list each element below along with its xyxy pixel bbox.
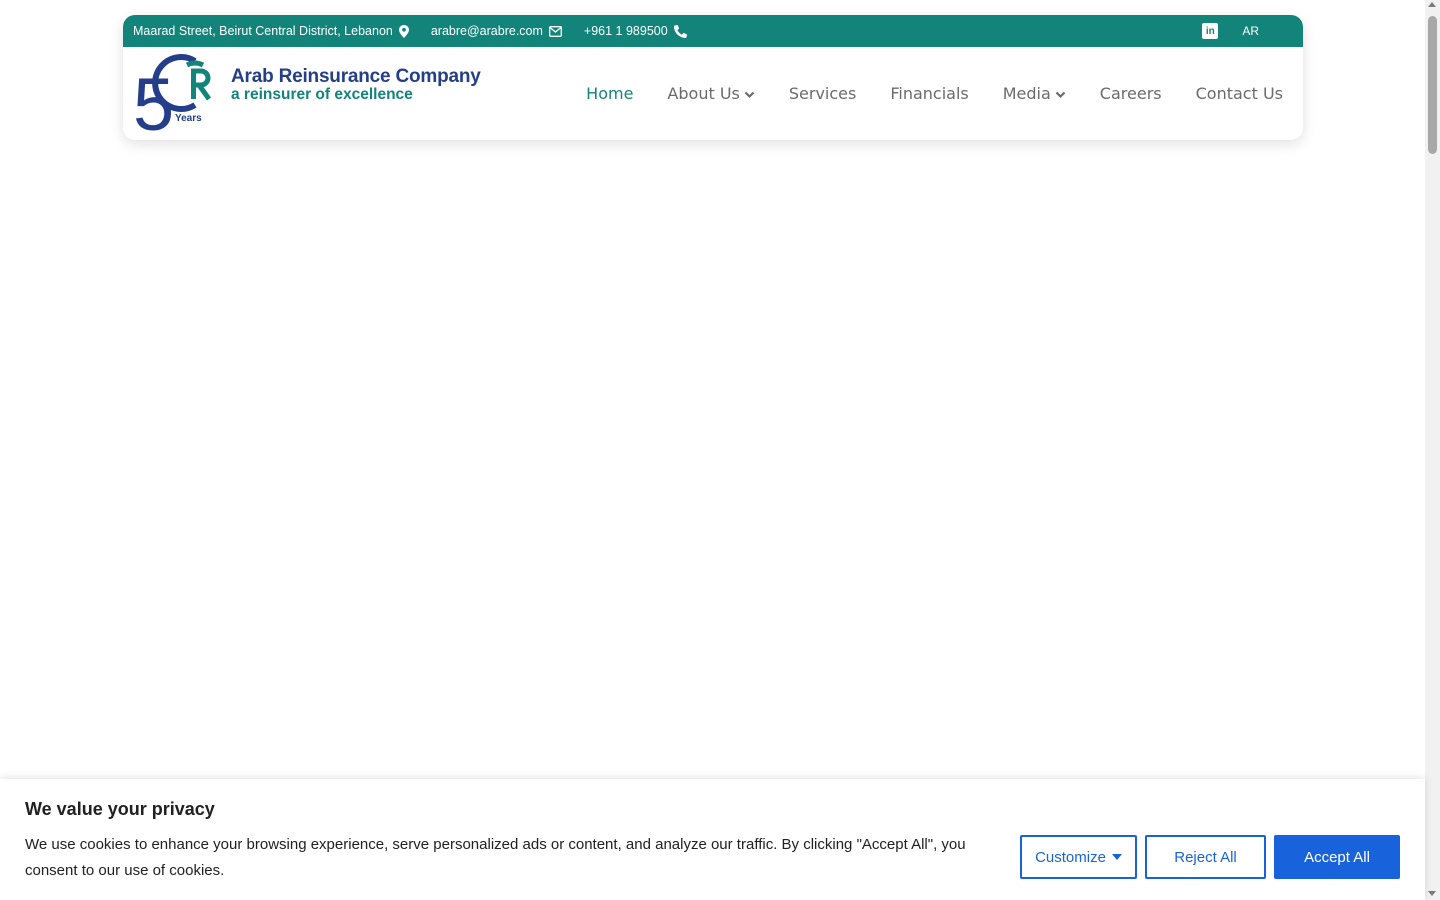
language-switch[interactable]: AR bbox=[1242, 24, 1259, 38]
logo-company-name: Arab Reinsurance Company bbox=[231, 66, 481, 87]
main-nav: Home About Us Services Financials Media … bbox=[552, 47, 1283, 140]
nav-contact-us-label: Contact Us bbox=[1195, 84, 1283, 103]
nav-home-label: Home bbox=[586, 84, 634, 103]
nav-contact-us[interactable]: Contact Us bbox=[1196, 84, 1283, 103]
location-pin-icon bbox=[398, 24, 409, 38]
nav-home[interactable]: Home bbox=[586, 84, 633, 103]
logo-years: Years bbox=[175, 113, 202, 124]
scroll-down-arrow-icon[interactable] bbox=[1428, 891, 1436, 896]
nav-services[interactable]: Services bbox=[789, 84, 856, 103]
email-info[interactable]: arabre@arabre.com bbox=[431, 24, 562, 38]
nav-financials[interactable]: Financials bbox=[890, 84, 968, 103]
cookie-consent-banner: We value your privacy We use cookies to … bbox=[0, 779, 1425, 900]
customize-button-label: Customize bbox=[1035, 848, 1106, 866]
nav-financials-label: Financials bbox=[890, 84, 969, 103]
accept-all-button[interactable]: Accept All bbox=[1274, 835, 1400, 879]
nav-about-us[interactable]: About Us bbox=[667, 84, 755, 103]
chevron-down-icon bbox=[1055, 91, 1066, 98]
cookie-description: We use cookies to enhance your browsing … bbox=[25, 836, 966, 879]
linkedin-glyph: in bbox=[1205, 25, 1215, 37]
email-text[interactable]: arabre@arabre.com bbox=[431, 24, 543, 38]
nav-services-label: Services bbox=[788, 84, 857, 103]
logo-text: Arab Reinsurance Company a reinsurer of … bbox=[231, 66, 481, 104]
reject-all-button[interactable]: Reject All bbox=[1145, 835, 1266, 879]
reject-all-button-label: Reject All bbox=[1174, 848, 1237, 866]
cookie-title: We value your privacy bbox=[25, 799, 215, 819]
phone-icon bbox=[673, 24, 687, 38]
caret-down-icon bbox=[1111, 854, 1122, 860]
nav-about-us-label: About Us bbox=[667, 84, 740, 103]
site-header: Maarad Street, Beirut Central District, … bbox=[123, 15, 1303, 140]
envelope-icon bbox=[548, 25, 562, 37]
logo-fifty-digit: 5 bbox=[133, 63, 174, 135]
address-text: Maarad Street, Beirut Central District, … bbox=[133, 24, 393, 38]
linkedin-icon[interactable]: in bbox=[1202, 23, 1219, 39]
customize-button[interactable]: Customize bbox=[1020, 835, 1137, 879]
phone-text[interactable]: +961 1 989500 bbox=[584, 24, 668, 38]
main-nav-row: 5 Years Arab Reinsurance Company a reins… bbox=[123, 47, 1303, 140]
chevron-down-icon bbox=[744, 91, 755, 98]
nav-careers-label: Careers bbox=[1099, 84, 1162, 103]
logo-tagline: a reinsurer of excellence bbox=[231, 86, 413, 103]
nav-careers[interactable]: Careers bbox=[1100, 84, 1162, 103]
nav-media-label: Media bbox=[1002, 84, 1051, 103]
nav-media[interactable]: Media bbox=[1003, 84, 1066, 103]
address-info: Maarad Street, Beirut Central District, … bbox=[133, 24, 409, 38]
page-scrollbar[interactable] bbox=[1425, 0, 1440, 900]
phone-info[interactable]: +961 1 989500 bbox=[584, 24, 687, 38]
scroll-thumb[interactable] bbox=[1428, 16, 1437, 154]
top-info-bar: Maarad Street, Beirut Central District, … bbox=[123, 15, 1303, 47]
company-logo[interactable]: 5 Years Arab Reinsurance Company a reins… bbox=[133, 51, 493, 137]
accept-all-button-label: Accept All bbox=[1304, 848, 1370, 866]
scroll-up-arrow-icon[interactable] bbox=[1428, 2, 1436, 7]
